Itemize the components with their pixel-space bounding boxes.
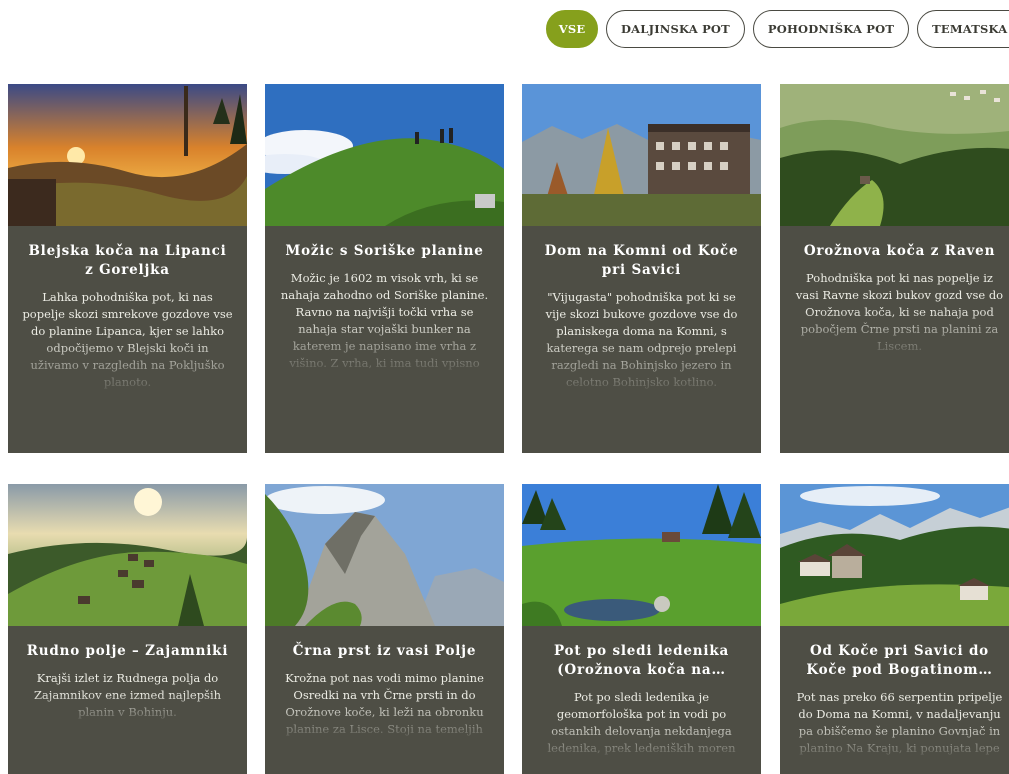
- trail-description: Pot po sledi ledenika je geomorfološka p…: [547, 690, 736, 755]
- trail-title[interactable]: Črna prst iz vasi Polje: [279, 642, 490, 661]
- trail-description: "Vijugasta" pohodniška pot ki se vije sk…: [545, 290, 738, 389]
- trail-photo: [8, 84, 247, 226]
- filter-pohodniska-pot-button[interactable]: POHODNIŠKA POT: [752, 10, 910, 48]
- trail-card[interactable]: Dom na Komni od Koče pri Savici "Vijugas…: [522, 84, 761, 453]
- trail-title[interactable]: Rudno polje – Zajamniki: [22, 642, 233, 661]
- trail-card[interactable]: Rudno polje – Zajamniki Krajši izlet iz …: [8, 484, 247, 774]
- trail-title[interactable]: Možic s Soriške planine: [279, 242, 490, 261]
- trail-card[interactable]: Orožnova koča z Raven Pohodniška pot ki …: [780, 84, 1009, 453]
- trail-card[interactable]: Pot po sledi ledenika (Orožnova koča na……: [522, 484, 761, 774]
- trail-photo: [8, 484, 247, 626]
- trail-photo: [780, 84, 1009, 226]
- trail-photo: [522, 84, 761, 226]
- filter-bar: VSE DALJINSKA POT POHODNIŠKA POT TEMATSK…: [546, 10, 1009, 48]
- trail-description: Pohodniška pot ki nas popelje iz vasi Ra…: [795, 271, 1004, 353]
- trail-description: Lahka pohodniška pot, ki nas popelje sko…: [22, 290, 233, 389]
- trail-card[interactable]: Od Koče pri Savici do Koče pod Bogatinom…: [780, 484, 1009, 774]
- trail-description: Možic je 1602 m visok vrh, ki se nahaja …: [280, 271, 489, 370]
- filter-daljinska-pot-button[interactable]: DALJINSKA POT: [606, 10, 745, 48]
- trail-description: Krožna pot nas vodi mimo planine Osredki…: [285, 671, 484, 736]
- trail-title[interactable]: Od Koče pri Savici do Koče pod Bogatinom…: [794, 642, 1005, 680]
- trail-photo: [265, 84, 504, 226]
- trail-title[interactable]: Dom na Komni od Koče pri Savici: [536, 242, 747, 280]
- trail-description: Pot nas preko 66 serpentin pripelje do D…: [796, 690, 1003, 755]
- trail-photo: [522, 484, 761, 626]
- filter-vse-button[interactable]: VSE: [546, 10, 598, 48]
- trail-photo: [780, 484, 1009, 626]
- trail-description: Krajši izlet iz Rudnega polja do Zajamni…: [33, 671, 222, 719]
- trail-card[interactable]: Črna prst iz vasi Polje Krožna pot nas v…: [265, 484, 504, 774]
- trail-card[interactable]: Možic s Soriške planine Možic je 1602 m …: [265, 84, 504, 453]
- trail-card[interactable]: Blejska koča na Lipanci z Goreljka Lahka…: [8, 84, 247, 453]
- trail-photo: [265, 484, 504, 626]
- trail-title[interactable]: Orožnova koča z Raven: [794, 242, 1005, 261]
- trail-title[interactable]: Pot po sledi ledenika (Orožnova koča na…: [536, 642, 747, 680]
- trail-title[interactable]: Blejska koča na Lipanci z Goreljka: [22, 242, 233, 280]
- filter-tematska-pot-button[interactable]: TEMATSKA POT: [917, 10, 1009, 48]
